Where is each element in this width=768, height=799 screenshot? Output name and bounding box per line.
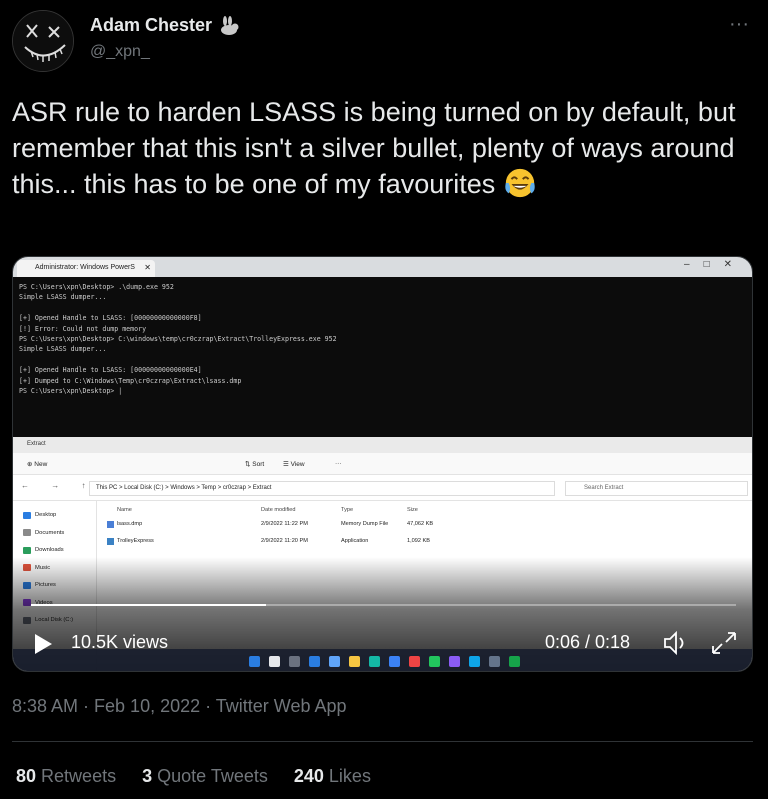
author-name-text: Adam Chester — [90, 15, 213, 35]
video-view-count: 10.5K views — [71, 632, 169, 652]
more-options-icon[interactable]: ··· — [726, 14, 752, 40]
file-size: 47,062 KB — [407, 521, 434, 527]
file-name[interactable]: TrolleyExpress — [117, 538, 154, 544]
folder-icon — [23, 529, 31, 536]
explorer-toolbar: ⊕ New ⇅ Sort ☰ View ··· — [13, 453, 752, 475]
dump-file-icon — [107, 521, 114, 528]
taskbar-app-icon[interactable] — [309, 656, 320, 667]
column-header-date[interactable]: Date modified — [261, 507, 296, 513]
quotes-count: 3 — [142, 766, 153, 786]
retweets-count: 80 — [16, 766, 37, 786]
face-with-tears-of-joy-icon — [505, 168, 535, 198]
terminal-tab-bar: Administrator: Windows PowerS ✕ –□✕ — [13, 257, 752, 277]
tweet-stats: 80 Retweets 3 Quote Tweets 240 Likes — [16, 766, 371, 787]
taskbar-app-icon[interactable] — [369, 656, 380, 667]
terminal-line: [!] Error: Could not dump memory — [19, 324, 147, 333]
sidebar-item-label: Desktop — [35, 512, 57, 518]
view-button-label: View — [290, 461, 305, 468]
folder-icon — [23, 546, 31, 554]
column-header-name[interactable]: Name — [117, 507, 132, 513]
sort-button-label: Sort — [252, 461, 265, 468]
sidebar-item[interactable]: Downloads — [23, 544, 64, 556]
avatar[interactable] — [12, 10, 74, 72]
file-date: 2/9/2022 11:22 PM — [261, 521, 308, 527]
sort-button[interactable]: ⇅ Sort — [245, 460, 264, 468]
volume-muted-icon[interactable] — [661, 629, 691, 657]
explorer-title: Extract — [13, 437, 752, 453]
sidebar-item-label: Documents — [35, 529, 65, 536]
tweet-header: Adam Chester @_xpn_ ··· — [12, 10, 756, 72]
video-progress-fill — [31, 604, 266, 606]
tweet-timestamp[interactable]: 8:38 AM · Feb 10, 2022 · Twitter Web App — [12, 696, 347, 717]
application-icon — [107, 538, 114, 545]
file-type: Application — [341, 538, 369, 544]
column-header-size[interactable]: Size — [407, 507, 418, 513]
terminal-output: PS C:\Users\xpn\Desktop> .\dump.exe 952 S… — [13, 277, 752, 437]
sidebar-item-label: Downloads — [35, 547, 64, 553]
taskbar-app-icon[interactable] — [489, 656, 500, 667]
avatar-skull-face-icon — [13, 11, 73, 71]
view-button[interactable]: ☰ View — [283, 460, 305, 468]
taskbar-app-icon[interactable] — [449, 656, 460, 667]
column-header-type[interactable]: Type — [341, 507, 353, 513]
video-progress-bar[interactable] — [31, 604, 736, 606]
file-size: 1,092 KB — [407, 538, 431, 544]
more-toolbar-button[interactable]: ··· — [335, 460, 342, 467]
new-button-label: New — [34, 461, 48, 468]
author-name[interactable]: Adam Chester — [90, 15, 240, 36]
window-controls: –□✕ — [684, 259, 746, 270]
likes-link[interactable]: 240 Likes — [294, 766, 371, 787]
terminal-tab[interactable]: Administrator: Windows PowerS ✕ — [17, 260, 155, 277]
taskbar-app-icon[interactable] — [329, 656, 340, 667]
video-player[interactable]: Administrator: Windows PowerS ✕ –□✕ PS C… — [12, 256, 753, 672]
explorer-address-row: ← → ↑ This PC > Local Disk (C:) > Window… — [13, 475, 752, 501]
sidebar-item[interactable]: Documents — [23, 527, 64, 539]
terminal-line: PS C:\Users\xpn\Desktop> .\dump.exe 952 — [19, 283, 174, 291]
quote-tweets-link[interactable]: 3 Quote Tweets — [142, 766, 268, 787]
tweet-text-body: ASR rule to harden LSASS is being turned… — [12, 97, 736, 199]
file-name[interactable]: lsass.dmp — [117, 521, 142, 527]
taskbar-app-icon[interactable] — [469, 656, 480, 667]
author-handle[interactable]: @_xpn_ — [90, 43, 150, 61]
play-icon[interactable] — [33, 633, 53, 655]
terminal-line: [+] Opened Handle to LSASS: [00000000000… — [19, 314, 202, 323]
tweet-text: ASR rule to harden LSASS is being turned… — [12, 94, 752, 202]
terminal-line: Simple LSASS dumper... — [19, 345, 107, 354]
taskbar-app-icon[interactable] — [509, 656, 520, 667]
rabbit-icon — [221, 15, 239, 35]
terminal-line: PS C:\Users\xpn\Desktop> C:\windows\temp… — [19, 335, 337, 344]
video-time: 0:06 / 0:18 — [545, 632, 631, 652]
likes-count: 240 — [293, 766, 324, 786]
taskbar-app-icon[interactable] — [269, 656, 280, 667]
divider — [12, 741, 753, 742]
terminal-line: [+] Opened Handle to LSASS: [00000000000… — [19, 366, 202, 375]
file-type: Memory Dump File — [341, 521, 389, 527]
new-button[interactable]: ⊕ New — [27, 460, 47, 468]
sidebar-item[interactable]: Desktop — [23, 509, 56, 521]
likes-label: Likes — [328, 766, 371, 786]
taskbar-app-icon[interactable] — [429, 656, 440, 667]
terminal-line: Simple LSASS dumper... — [19, 293, 107, 302]
taskbar-app-icon[interactable] — [409, 656, 420, 667]
navigation-arrows-icon[interactable]: ← → ↑ — [21, 481, 95, 490]
taskbar-app-icon[interactable] — [289, 656, 300, 667]
terminal-line: [+] Dumped to C:\Windows\Temp\cr0czrap\E… — [19, 376, 242, 385]
retweets-link[interactable]: 80 Retweets — [16, 766, 116, 787]
taskbar-app-icon[interactable] — [389, 656, 400, 667]
retweets-label: Retweets — [41, 766, 117, 786]
address-bar[interactable]: This PC > Local Disk (C:) > Windows > Te… — [89, 481, 555, 496]
terminal-tab-title: Administrator: Windows PowerS — [35, 264, 135, 271]
file-date: 2/9/2022 11:20 PM — [261, 538, 308, 544]
close-tab-icon[interactable]: ✕ — [144, 263, 151, 272]
terminal-line: PS C:\Users\xpn\Desktop> | — [19, 387, 123, 396]
taskbar-app-icon[interactable] — [349, 656, 360, 667]
folder-icon — [23, 511, 31, 519]
quotes-label: Quote Tweets — [157, 766, 268, 786]
fullscreen-icon[interactable] — [709, 629, 739, 657]
taskbar-app-icon[interactable] — [249, 656, 260, 667]
explorer-search-input[interactable]: Search Extract — [565, 481, 748, 496]
